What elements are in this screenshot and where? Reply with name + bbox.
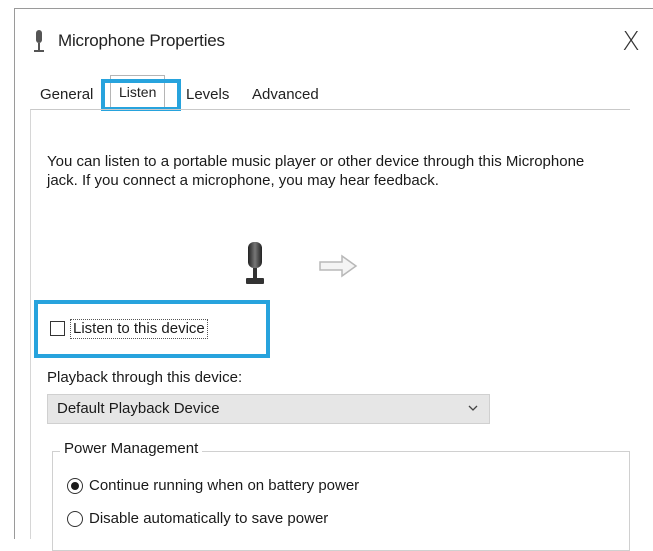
tab-advanced[interactable]: Advanced [248,81,323,108]
tab-general[interactable]: General [36,81,97,108]
power-management-group [52,451,630,551]
chevron-down-icon [468,405,478,411]
close-button[interactable]: X [609,22,653,62]
microphone-icon [246,242,264,284]
continue-running-label[interactable]: Continue running when on battery power [89,477,359,494]
disable-automatically-label[interactable]: Disable automatically to save power [89,510,328,527]
listen-to-device-checkbox[interactable] [50,321,65,336]
listen-to-device-label[interactable]: Listen to this device [70,319,208,339]
playback-device-value: Default Playback Device [57,400,220,417]
playback-device-select[interactable]: Default Playback Device [47,394,490,424]
disable-automatically-radio[interactable] [67,511,83,527]
continue-running-radio[interactable] [67,478,83,494]
listen-description: You can listen to a portable music playe… [47,153,585,189]
window-title: Microphone Properties [58,31,225,50]
playback-device-label: Playback through this device: [47,369,243,386]
title-bar: Microphone Properties X [0,0,653,70]
power-management-title: Power Management [60,440,203,457]
right-arrow-icon [319,254,358,278]
radio-selected-dot [71,482,79,490]
microphone-icon [34,30,44,52]
tab-levels[interactable]: Levels [182,81,233,108]
listen-tab-highlight [101,79,181,111]
